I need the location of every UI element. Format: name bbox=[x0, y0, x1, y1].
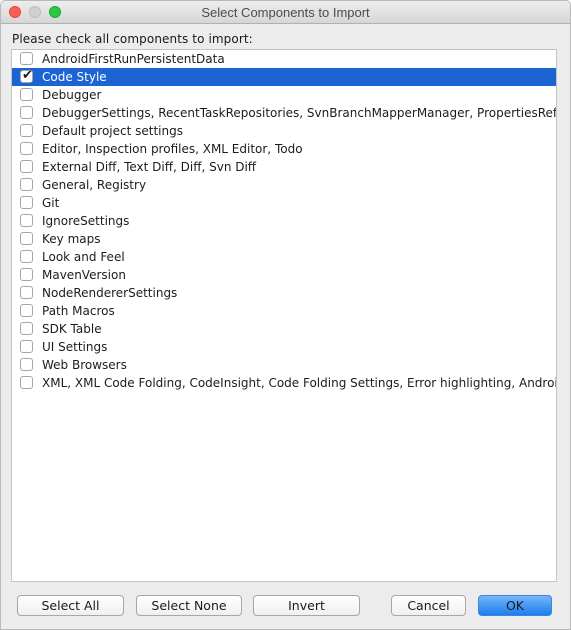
component-checkbox[interactable] bbox=[20, 268, 33, 281]
component-row[interactable]: General, Registry bbox=[12, 176, 556, 194]
component-label: UI Settings bbox=[42, 340, 108, 354]
component-checkbox[interactable] bbox=[20, 304, 33, 317]
component-checkbox[interactable] bbox=[20, 214, 33, 227]
component-label: Key maps bbox=[42, 232, 101, 246]
component-label: Web Browsers bbox=[42, 358, 127, 372]
component-row[interactable]: Debugger bbox=[12, 86, 556, 104]
component-checkbox[interactable] bbox=[20, 340, 33, 353]
component-row[interactable]: Git bbox=[12, 194, 556, 212]
button-bar: Select All Select None Invert Cancel OK bbox=[1, 595, 570, 617]
import-dialog: Select Components to Import Please check… bbox=[0, 0, 571, 630]
component-checkbox[interactable] bbox=[20, 376, 33, 389]
component-label: Editor, Inspection profiles, XML Editor,… bbox=[42, 142, 303, 156]
component-row[interactable]: AndroidFirstRunPersistentData bbox=[12, 50, 556, 68]
component-checkbox[interactable] bbox=[20, 124, 33, 137]
component-label: DebuggerSettings, RecentTaskRepositories… bbox=[42, 106, 556, 120]
component-checkbox[interactable] bbox=[20, 286, 33, 299]
component-row[interactable]: Default project settings bbox=[12, 122, 556, 140]
component-label: General, Registry bbox=[42, 178, 147, 192]
component-row[interactable]: Web Browsers bbox=[12, 356, 556, 374]
component-checkbox[interactable] bbox=[20, 178, 33, 191]
component-label: Code Style bbox=[42, 70, 107, 84]
component-checkbox[interactable] bbox=[20, 232, 33, 245]
component-label: XML, XML Code Folding, CodeInsight, Code… bbox=[42, 376, 556, 390]
component-checkbox[interactable] bbox=[20, 88, 33, 101]
component-label: Debugger bbox=[42, 88, 102, 102]
component-row[interactable]: MavenVersion bbox=[12, 266, 556, 284]
component-row[interactable]: UI Settings bbox=[12, 338, 556, 356]
component-checkbox[interactable]: ✔ bbox=[20, 68, 33, 83]
cancel-button[interactable]: Cancel bbox=[391, 595, 466, 616]
title-bar: Select Components to Import bbox=[1, 1, 570, 24]
component-row[interactable]: IgnoreSettings bbox=[12, 212, 556, 230]
component-label: Look and Feel bbox=[42, 250, 125, 264]
checkmark-icon: ✔ bbox=[22, 68, 33, 83]
component-row[interactable]: NodeRendererSettings bbox=[12, 284, 556, 302]
component-checkbox[interactable] bbox=[20, 358, 33, 371]
component-row[interactable]: Editor, Inspection profiles, XML Editor,… bbox=[12, 140, 556, 158]
component-label: NodeRendererSettings bbox=[42, 286, 178, 300]
component-checkbox[interactable] bbox=[20, 160, 33, 173]
component-label: MavenVersion bbox=[42, 268, 126, 282]
component-label: Default project settings bbox=[42, 124, 183, 138]
component-checkbox[interactable] bbox=[20, 196, 33, 209]
component-row[interactable]: XML, XML Code Folding, CodeInsight, Code… bbox=[12, 374, 556, 392]
component-checkbox[interactable] bbox=[20, 142, 33, 155]
component-checkbox[interactable] bbox=[20, 52, 33, 65]
component-row[interactable]: ✔ Code Style bbox=[12, 68, 556, 86]
component-list[interactable]: AndroidFirstRunPersistentData ✔ Code Style… bbox=[11, 49, 557, 582]
window-title: Select Components to Import bbox=[201, 5, 370, 20]
component-row[interactable]: SDK Table bbox=[12, 320, 556, 338]
ok-button[interactable]: OK bbox=[478, 595, 552, 616]
component-label: Git bbox=[42, 196, 60, 210]
component-row[interactable]: Look and Feel bbox=[12, 248, 556, 266]
invert-button[interactable]: Invert bbox=[253, 595, 360, 616]
component-row[interactable]: DebuggerSettings, RecentTaskRepositories… bbox=[12, 104, 556, 122]
component-row[interactable]: Key maps bbox=[12, 230, 556, 248]
component-checkbox[interactable] bbox=[20, 322, 33, 335]
component-checkbox[interactable] bbox=[20, 250, 33, 263]
select-none-button[interactable]: Select None bbox=[136, 595, 242, 616]
component-checkbox[interactable] bbox=[20, 106, 33, 119]
component-label: External Diff, Text Diff, Diff, Svn Diff bbox=[42, 160, 257, 174]
instruction-text: Please check all components to import: bbox=[12, 32, 253, 46]
component-label: IgnoreSettings bbox=[42, 214, 130, 228]
component-label: SDK Table bbox=[42, 322, 102, 336]
component-label: Path Macros bbox=[42, 304, 115, 318]
component-label: AndroidFirstRunPersistentData bbox=[42, 52, 225, 66]
component-row[interactable]: External Diff, Text Diff, Diff, Svn Diff bbox=[12, 158, 556, 176]
component-row[interactable]: Path Macros bbox=[12, 302, 556, 320]
select-all-button[interactable]: Select All bbox=[17, 595, 124, 616]
